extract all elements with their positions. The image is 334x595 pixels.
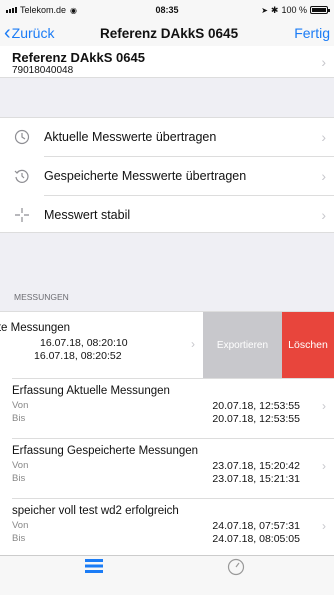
from-label: Von (12, 460, 29, 471)
measurement-name: speicher voll test wd2 erfolgreich (12, 505, 179, 517)
page-title: Referenz DAkkS 0645 (100, 25, 239, 41)
signal-icon (6, 7, 17, 13)
clock-icon (12, 127, 32, 147)
to-value: 23.07.18, 15:21:31 (212, 473, 300, 485)
action-label: Aktuelle Messwerte übertragen (44, 130, 217, 144)
from-label: Von (12, 520, 29, 531)
chevron-right-icon: › (321, 54, 326, 70)
back-label: Zurück (11, 25, 55, 41)
location-icon: ➤ (261, 5, 268, 15)
action-stable-value[interactable]: Messwert stabil › (0, 196, 334, 234)
battery-icon (310, 6, 330, 14)
device-cell[interactable]: Referenz DAkkS 0645 79018040048 › (0, 46, 334, 78)
chevron-right-icon: › (322, 399, 326, 413)
device-serial: 79018040048 (12, 65, 74, 76)
section-header-measurements: MESSUNGEN (14, 292, 69, 302)
measurement-name: rte Messungen (0, 322, 71, 334)
chevron-right-icon: › (321, 207, 326, 223)
history-icon (12, 166, 32, 186)
battery-percent: 100 % (281, 5, 307, 15)
status-bar: Telekom.de ◉ 08:35 ➤ ✱ 100 % (0, 0, 334, 20)
chevron-right-icon: › (322, 519, 326, 533)
from-value: 24.07.18, 07:57:31 (212, 520, 300, 532)
delete-button[interactable]: Löschen (282, 312, 334, 378)
to-label: Bis (12, 533, 26, 544)
tab-bar (0, 555, 334, 595)
gauge-icon (227, 558, 245, 580)
from-label: Von (12, 400, 29, 411)
carrier-label: Telekom.de (20, 5, 67, 15)
chevron-right-icon: › (322, 459, 326, 473)
from-value: 23.07.18, 15:20:42 (212, 460, 300, 472)
bluetooth-icon: ✱ (270, 4, 279, 15)
device-name: Referenz DAkkS 0645 (12, 50, 145, 65)
to-value: 24.07.18, 08:05:05 (212, 533, 300, 545)
chevron-right-icon: › (321, 129, 326, 145)
measurements-list: rte Messungen 16.07.18, 08:20:10 16.07.1… (0, 311, 334, 555)
measurement-name: Erfassung Gespeicherte Messungen (12, 445, 199, 457)
action-label: Gespeicherte Messwerte übertragen (44, 169, 247, 183)
to-value: 20.07.18, 12:53:55 (212, 413, 300, 425)
chevron-right-icon: › (321, 168, 326, 184)
to-label: Bis (12, 473, 26, 484)
list-item[interactable]: Erfassung Aktuelle Messungen Von 20.07.1… (0, 379, 334, 438)
export-button[interactable]: Exportieren (203, 312, 282, 378)
action-transfer-stored[interactable]: Gespeicherte Messwerte übertragen › (0, 157, 334, 195)
chevron-right-icon: › (191, 337, 195, 351)
action-transfer-current[interactable]: Aktuelle Messwerte übertragen › (0, 118, 334, 156)
measurement-name: Erfassung Aktuelle Messungen (12, 385, 170, 397)
list-item-swiped[interactable]: rte Messungen 16.07.18, 08:20:10 16.07.1… (0, 312, 334, 378)
measurement-date-to: 16.07.18, 08:20:52 (34, 350, 122, 362)
measurement-date-from: 16.07.18, 08:20:10 (40, 337, 128, 349)
action-label: Messwert stabil (44, 208, 131, 222)
actions-group: Aktuelle Messwerte übertragen › Gespeich… (0, 117, 334, 233)
list-item[interactable]: speicher voll test wd2 erfolgreich Von 2… (0, 499, 334, 556)
from-value: 20.07.18, 12:53:55 (212, 400, 300, 412)
crosshair-icon (12, 205, 32, 225)
wifi-icon: ◉ (70, 5, 78, 15)
navigation-bar: ‹ Zurück Referenz DAkkS 0645 Fertig (0, 20, 334, 46)
done-button[interactable]: Fertig (294, 25, 330, 41)
back-button[interactable]: ‹ Zurück (4, 22, 55, 44)
chevron-left-icon: ‹ (4, 22, 11, 44)
list-item[interactable]: Erfassung Gespeicherte Messungen Von 23.… (0, 439, 334, 498)
list-icon (84, 559, 104, 578)
to-label: Bis (12, 413, 26, 424)
tab-gauge[interactable] (206, 558, 266, 582)
tab-measurements[interactable] (64, 558, 124, 580)
